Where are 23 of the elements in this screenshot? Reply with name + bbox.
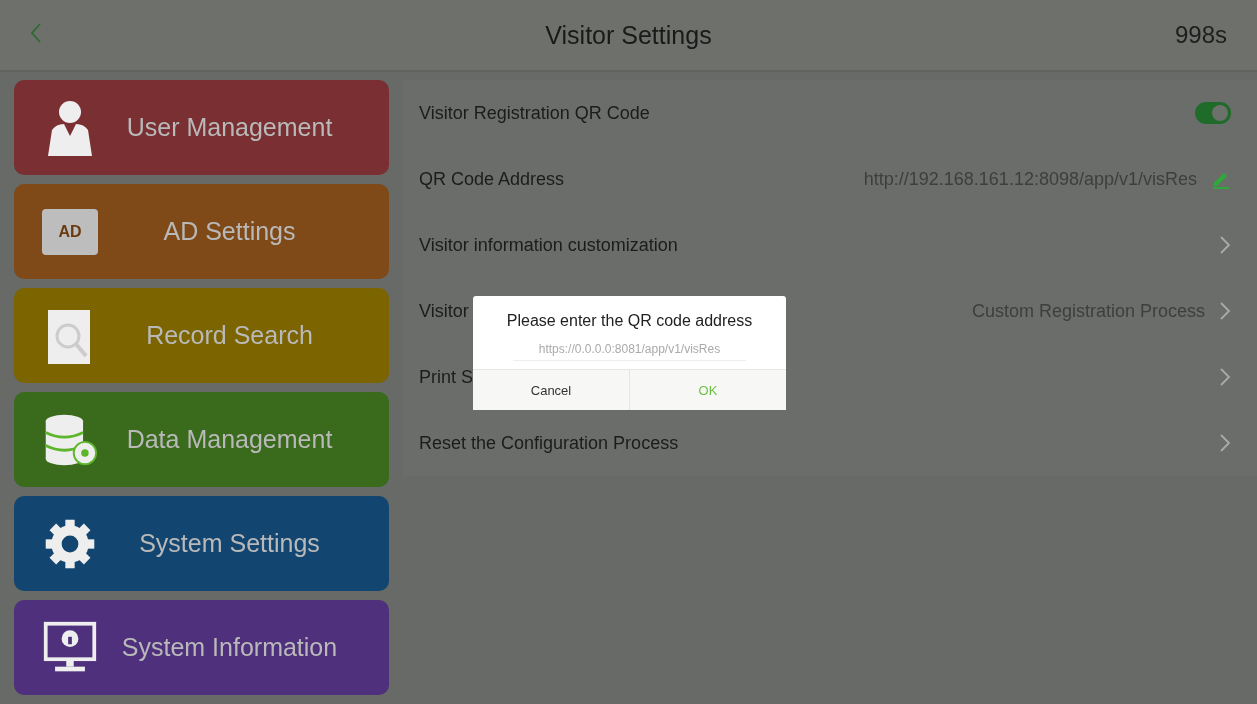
ad-card-icon: AD (42, 208, 98, 255)
setting-label: Print S (419, 366, 474, 388)
dialog-title: Please enter the QR code address (505, 311, 754, 331)
menu-card[interactable]: System Information (14, 600, 389, 695)
cancel-button[interactable]: Cancel (473, 370, 630, 410)
toggle-switch[interactable] (1195, 102, 1231, 124)
menu-card[interactable]: AD AD Settings (14, 184, 389, 279)
menu-card[interactable]: Data Management (14, 392, 389, 487)
back-chevron-icon[interactable] (30, 21, 42, 44)
chevron-right-icon (1219, 301, 1231, 321)
setting-label: QR Code Address (419, 168, 565, 190)
menu-card[interactable]: Record Search (14, 288, 389, 383)
chevron-right-icon (1219, 235, 1231, 255)
setting-label: Reset the Configuration Process (419, 432, 679, 454)
chevron-right-icon (1219, 367, 1231, 387)
setting-label: Visitor information customization (419, 234, 678, 256)
menu-card[interactable]: System Settings (14, 496, 389, 591)
countdown-timer: 998s (1173, 21, 1227, 49)
setting-label: Visitor Registration QR Code (419, 102, 650, 124)
page-title: Visitor Settings (544, 20, 713, 50)
chevron-right-icon (1219, 433, 1231, 453)
menu-card[interactable]: User Management (14, 80, 389, 175)
setting-label: Visitor (419, 300, 469, 322)
